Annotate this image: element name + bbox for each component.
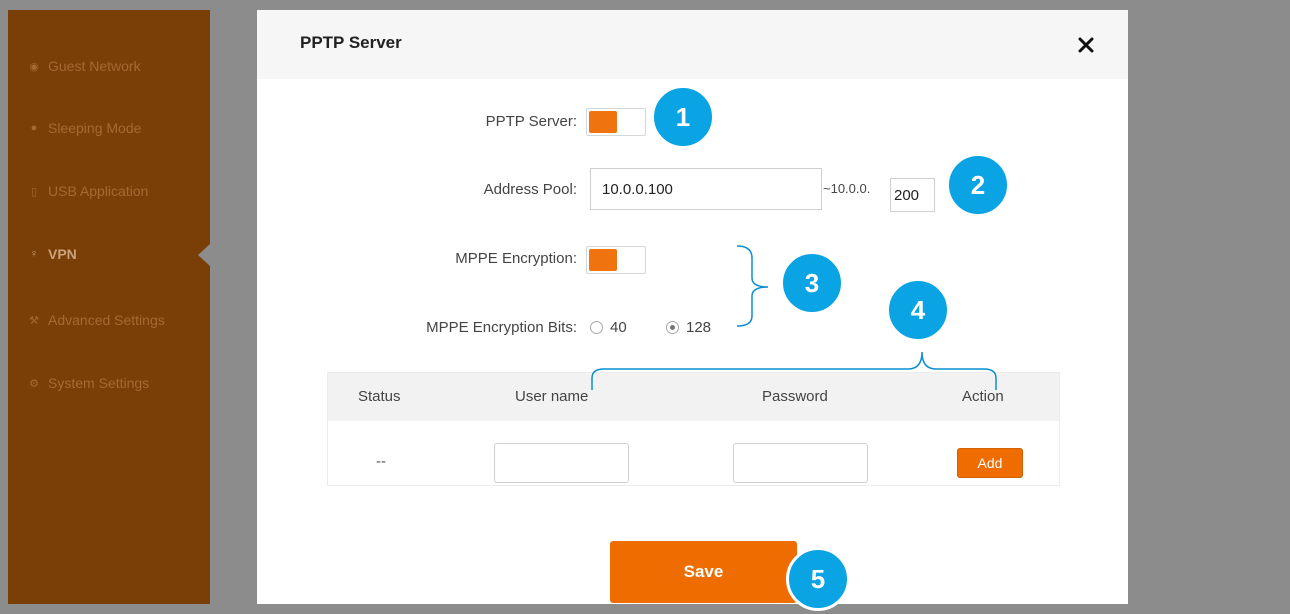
toggle-knob	[619, 249, 643, 271]
vpn-icon: ♀	[29, 248, 39, 260]
screen: ◉ Guest Network ● Sleeping Mode ▯ USB Ap…	[0, 0, 1290, 614]
callout-badge: 2	[946, 153, 1010, 217]
dialog-header: PPTP Server	[257, 10, 1128, 79]
gear-icon: ⚙	[29, 377, 39, 390]
overlay-bottom	[0, 604, 1290, 614]
overlay-top	[0, 0, 1290, 10]
mppe-bits-40-radio[interactable]	[590, 321, 603, 334]
column-header-status: Status	[358, 388, 401, 405]
sidebar: ◉ Guest Network ● Sleeping Mode ▯ USB Ap…	[8, 0, 210, 614]
username-input[interactable]	[494, 443, 629, 483]
mppe-encryption-toggle[interactable]	[586, 246, 646, 274]
password-input[interactable]	[733, 443, 868, 483]
status-cell: --	[376, 453, 386, 470]
sidebar-item-vpn[interactable]: ♀ VPN	[28, 242, 77, 266]
callout-badge: 5	[786, 547, 850, 611]
callout-badge: 3	[780, 251, 844, 315]
sidebar-item-label: Sleeping Mode	[48, 120, 142, 136]
sidebar-item-label: USB Application	[48, 183, 149, 199]
usb-icon: ▯	[30, 185, 38, 198]
callout-badge: 4	[886, 278, 950, 342]
user-table: Status User name Password Action -- Add	[327, 372, 1060, 486]
close-button[interactable]	[1075, 34, 1097, 56]
pptp-server-label: PPTP Server:	[485, 113, 577, 130]
sidebar-item-label: Advanced Settings	[48, 312, 165, 328]
mppe-bits-128-label: 128	[686, 319, 712, 336]
dialog-title: PPTP Server	[300, 33, 402, 52]
overlay-right	[1128, 0, 1290, 614]
sidebar-item-guest-network[interactable]: ◉ Guest Network	[28, 54, 141, 78]
sleeping-mode-icon: ●	[30, 122, 38, 134]
add-button[interactable]: Add	[957, 448, 1023, 478]
wrench-icon: ⚒	[29, 314, 39, 327]
toggle-on-fill	[589, 111, 617, 133]
address-pool-end-input[interactable]	[890, 178, 935, 212]
callout-badge: 1	[651, 85, 715, 149]
address-pool-start-input[interactable]	[590, 168, 822, 210]
active-indicator	[198, 244, 210, 266]
sidebar-item-label: System Settings	[48, 375, 150, 391]
guest-network-icon: ◉	[29, 60, 39, 73]
sidebar-item-system-settings[interactable]: ⚙ System Settings	[28, 371, 149, 395]
table-header: Status User name Password Action	[328, 373, 1059, 421]
sidebar-item-advanced-settings[interactable]: ⚒ Advanced Settings	[28, 308, 165, 332]
sidebar-item-label: Guest Network	[48, 58, 141, 74]
mppe-bits-label: MPPE Encryption Bits:	[426, 319, 577, 336]
mppe-bits-128-radio[interactable]	[666, 321, 679, 334]
column-header-password: Password	[762, 388, 828, 405]
pptp-server-toggle[interactable]	[586, 108, 646, 136]
address-pool-prefix: ~10.0.0.	[823, 181, 871, 196]
save-button[interactable]: Save	[610, 541, 797, 603]
toggle-on-fill	[589, 249, 617, 271]
toggle-knob	[619, 111, 643, 133]
column-header-action: Action	[962, 388, 1004, 405]
sidebar-item-usb-application[interactable]: ▯ USB Application	[28, 179, 148, 203]
close-icon	[1078, 37, 1094, 53]
mppe-bits-40-label: 40	[610, 319, 627, 336]
mppe-encryption-label: MPPE Encryption:	[455, 250, 577, 267]
sidebar-item-label: VPN	[48, 246, 77, 262]
address-pool-label: Address Pool:	[483, 181, 577, 198]
sidebar-item-sleeping-mode[interactable]: ● Sleeping Mode	[28, 116, 142, 140]
column-header-username: User name	[515, 388, 589, 405]
